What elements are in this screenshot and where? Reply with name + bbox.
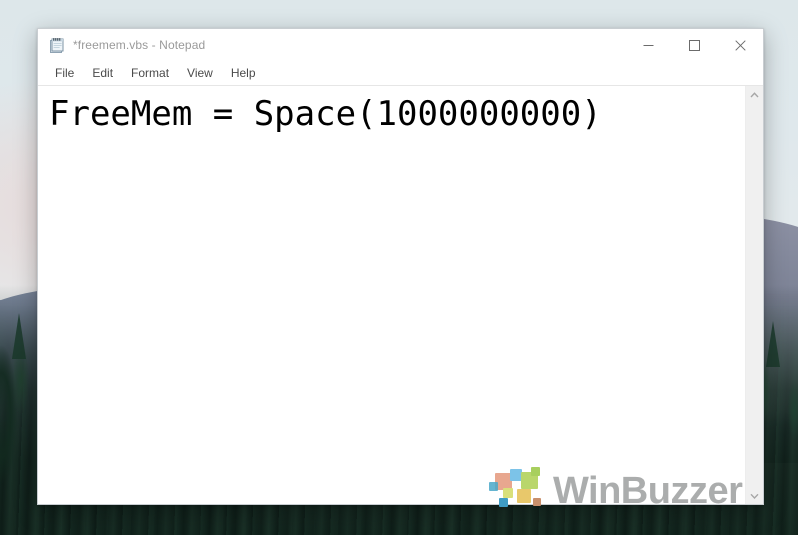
menu-item-file[interactable]: File bbox=[46, 64, 83, 82]
scroll-down-icon[interactable] bbox=[746, 487, 763, 504]
wallpaper-tree-spire bbox=[766, 321, 780, 367]
notepad-icon bbox=[48, 37, 65, 54]
window-title: *freemem.vbs - Notepad bbox=[73, 38, 206, 52]
text-editor[interactable]: FreeMem = Space(1000000000) bbox=[38, 86, 745, 504]
maximize-button[interactable] bbox=[671, 29, 717, 61]
editor-line-1: FreeMem = Space(1000000000) bbox=[49, 94, 602, 134]
menu-bar: File Edit Format View Help bbox=[38, 61, 763, 86]
wallpaper-tree-spire bbox=[12, 313, 26, 359]
editor-area: FreeMem = Space(1000000000) bbox=[38, 86, 763, 504]
menu-item-format[interactable]: Format bbox=[122, 64, 178, 82]
minimize-button[interactable] bbox=[625, 29, 671, 61]
scrollbar-track[interactable] bbox=[746, 103, 763, 487]
menu-item-view[interactable]: View bbox=[178, 64, 222, 82]
window-controls bbox=[625, 29, 763, 61]
scroll-up-icon[interactable] bbox=[746, 86, 763, 103]
window-titlebar[interactable]: *freemem.vbs - Notepad bbox=[38, 29, 763, 61]
vertical-scrollbar[interactable] bbox=[745, 86, 763, 504]
notepad-window[interactable]: *freemem.vbs - Notepad File Edit Format … bbox=[37, 28, 764, 505]
menu-item-edit[interactable]: Edit bbox=[83, 64, 122, 82]
menu-item-help[interactable]: Help bbox=[222, 64, 265, 82]
close-button[interactable] bbox=[717, 29, 763, 61]
